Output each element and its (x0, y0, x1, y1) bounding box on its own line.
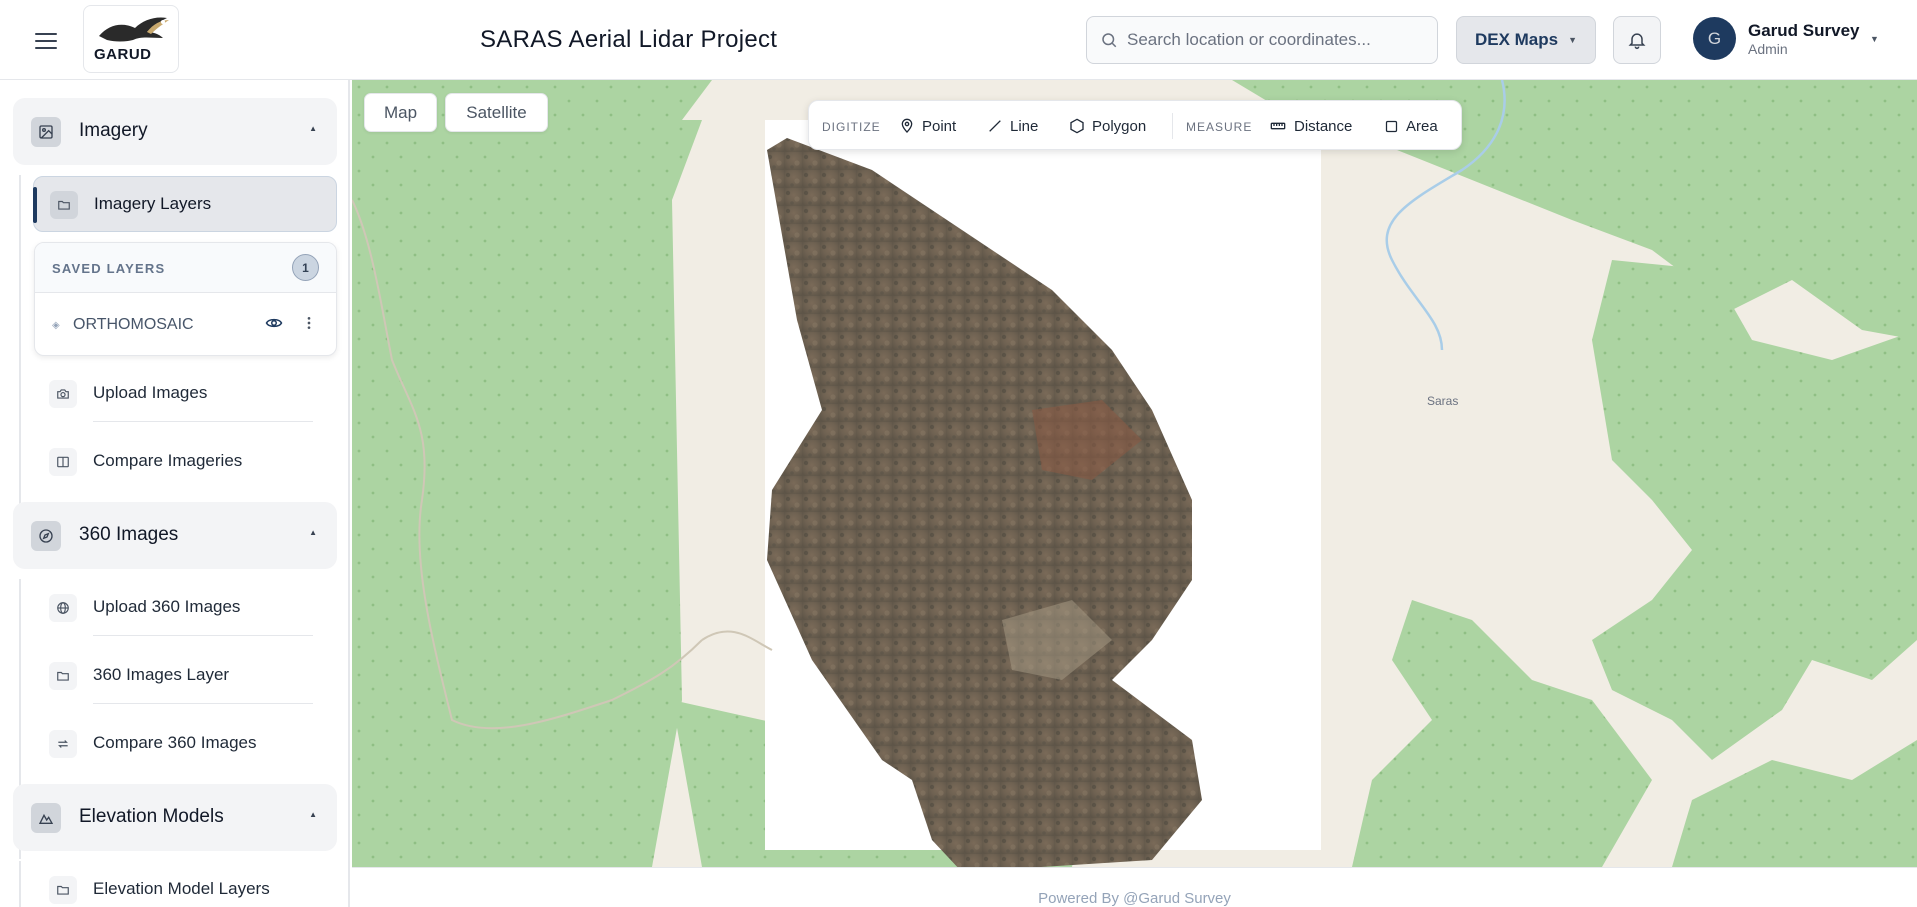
section-imagery[interactable]: Imagery ▲ (13, 98, 337, 165)
bell-icon (1628, 33, 1646, 50)
user-role: Admin (1748, 41, 1788, 57)
item-label: Imagery Layers (94, 194, 212, 213)
measure-label: MEASURE (1186, 120, 1253, 134)
saved-layers-panel: SAVED LAYERS 1 ◈ ORTHOMOSAIC (34, 242, 337, 356)
folder-icon (50, 191, 78, 219)
item-label: Compare 360 Images (93, 733, 257, 752)
tool-distance-button[interactable]: Distance (1269, 114, 1352, 138)
chevron-up-icon: ▲ (309, 528, 317, 537)
user-avatar[interactable]: G (1693, 17, 1736, 60)
sidebar: Imagery ▲ Imagery Layers SAVED LAYERS 1 … (0, 80, 350, 907)
item-label: Compare Imageries (93, 451, 243, 470)
tool-point-button[interactable]: Point (899, 114, 956, 138)
saved-layers-count-badge: 1 (292, 254, 319, 281)
globe-icon (49, 594, 77, 622)
maps-dropdown-label: DEX Maps (1474, 30, 1559, 49)
user-menu-chevron-icon[interactable]: ▼ (1870, 34, 1879, 44)
section-elevation-models[interactable]: Elevation Models ▲ (13, 784, 337, 851)
tool-polygon-label: Polygon (1092, 117, 1147, 135)
digitize-measure-toolbar: DIGITIZE Point Line Polygon MEASURE Dist… (808, 100, 1462, 150)
logo-text: GARUD (94, 46, 152, 63)
tool-line-label: Line (1010, 117, 1039, 135)
section-360-images[interactable]: 360 Images ▲ (13, 502, 337, 569)
menu-icon[interactable] (32, 28, 60, 52)
map-basemap (352, 80, 1917, 867)
saved-layers-header: SAVED LAYERS 1 (35, 243, 336, 293)
eye-icon[interactable] (265, 314, 283, 337)
notifications-button[interactable] (1613, 16, 1661, 64)
item-divider (93, 635, 313, 636)
search-input[interactable] (1127, 17, 1427, 63)
user-name[interactable]: Garud Survey (1748, 21, 1860, 41)
sidebar-item-imagery-layers[interactable]: Imagery Layers (33, 176, 337, 232)
garud-logo[interactable]: GARUD (83, 5, 179, 73)
sidebar-item-compare-imageries[interactable]: Compare Imageries (33, 434, 337, 490)
item-label: 360 Images Layer (93, 665, 230, 684)
toolbar-divider (1172, 113, 1173, 139)
tool-area-label: Area (1406, 117, 1438, 135)
sidebar-item-compare-360-images[interactable]: Compare 360 Images (33, 716, 337, 772)
section-label: Elevation Models (79, 806, 224, 827)
map-type-satellite-button[interactable]: Satellite (445, 93, 548, 132)
map-canvas[interactable]: Saras (352, 80, 1917, 867)
ruler-icon (1270, 122, 1286, 130)
footer-text: Powered By @Garud Survey (1038, 890, 1231, 907)
item-label: Upload Images (93, 383, 208, 402)
active-indicator (33, 187, 37, 223)
maps-dropdown-button[interactable]: DEX Maps ▼ (1456, 16, 1596, 64)
hexagon-icon (1070, 118, 1084, 134)
image-icon (31, 117, 61, 147)
folder-icon (49, 662, 77, 690)
tool-polygon-button[interactable]: Polygon (1069, 114, 1146, 138)
tool-distance-label: Distance (1294, 117, 1353, 135)
mountain-icon (31, 803, 61, 833)
chevron-up-icon: ▲ (309, 124, 317, 133)
layer-name: ORTHOMOSAIC (73, 316, 194, 333)
map-pin-icon (901, 118, 913, 133)
map-type-map-button[interactable]: Map (364, 93, 437, 132)
square-icon (1385, 120, 1398, 132)
tool-area-button[interactable]: Area (1384, 114, 1438, 138)
sidebar-item-elevation-model-layers[interactable]: Elevation Model Layers (33, 862, 337, 907)
item-divider (93, 421, 313, 422)
section-label: 360 Images (79, 524, 179, 545)
compass-icon (31, 521, 61, 551)
sidebar-item-upload-360-images[interactable]: Upload 360 Images (33, 580, 337, 636)
chevron-down-icon: ▼ (1568, 35, 1578, 45)
tool-point-label: Point (922, 117, 957, 135)
place-label-saras: Saras (1427, 394, 1459, 408)
more-vertical-icon[interactable] (301, 314, 317, 337)
layer-row-orthomosaic[interactable]: ◈ ORTHOMOSAIC (35, 294, 336, 354)
sidebar-item-upload-images[interactable]: Upload Images (33, 366, 337, 422)
sidebar-item-360-images-layer[interactable]: 360 Images Layer (33, 648, 337, 704)
camera-icon (49, 380, 77, 408)
search-box[interactable] (1086, 16, 1438, 64)
top-header: GARUD SARAS Aerial Lidar Project DEX Map… (0, 0, 1917, 80)
section-label: Imagery (79, 120, 148, 141)
tree-connector (19, 175, 21, 555)
tool-line-button[interactable]: Line (987, 114, 1038, 138)
item-label: Upload 360 Images (93, 597, 241, 616)
repeat-icon (49, 730, 77, 758)
item-divider (93, 703, 313, 704)
tree-connector (19, 861, 21, 907)
line-icon (989, 120, 1001, 132)
page-title: SARAS Aerial Lidar Project (480, 26, 778, 53)
saved-layers-title: SAVED LAYERS (52, 261, 166, 276)
digitize-label: DIGITIZE (822, 120, 881, 134)
search-icon (1102, 33, 1117, 48)
folder-icon (49, 876, 77, 904)
item-label: Elevation Model Layers (93, 879, 270, 898)
layer-diamond-icon: ◈ (52, 320, 60, 331)
columns-icon (49, 448, 77, 476)
eagle-logo-icon (99, 17, 169, 42)
footer: Powered By @Garud Survey (352, 867, 1917, 907)
chevron-up-icon: ▲ (309, 810, 317, 819)
